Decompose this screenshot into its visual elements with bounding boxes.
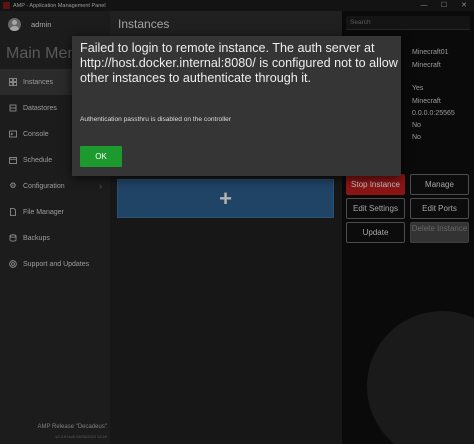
release-name: AMP Release "Decadeus" [37, 424, 107, 430]
window-titlebar: AMP - Application Management Panel — ☐ ✕ [0, 0, 474, 11]
user-row[interactable]: admin [0, 11, 110, 37]
stop-instance-button[interactable]: Stop Instance [346, 174, 405, 195]
page-title: Instances [110, 11, 342, 37]
ok-button[interactable]: OK [80, 146, 122, 167]
sidebar-item-configuration[interactable]: ⚙ Configuration › [0, 173, 110, 199]
sidebar-item-label: Console [23, 130, 49, 138]
sidebar-item-support[interactable]: Support and Updates [0, 251, 110, 277]
error-dialog: Failed to login to remote instance. The … [72, 36, 401, 176]
console-icon [9, 130, 17, 138]
sidebar-item-label: Schedule [23, 156, 53, 164]
sidebar-item-backups[interactable]: Backups [0, 225, 110, 251]
delete-instance-button[interactable]: Delete Instance [410, 222, 469, 243]
window-title: AMP - Application Management Panel [13, 2, 106, 9]
sidebar-item-label: Support and Updates [23, 260, 90, 268]
sidebar-item-label: Configuration [23, 182, 65, 190]
username: admin [31, 19, 52, 29]
instance-flag-value: No [412, 134, 421, 141]
instance-running-value: Yes [412, 85, 424, 92]
sidebar-item-file-manager[interactable]: File Manager [0, 199, 110, 225]
schedule-icon [9, 156, 17, 164]
instance-module-value: Minecraft [412, 62, 441, 69]
add-instance-button[interactable]: + [117, 179, 334, 218]
dialog-title: Failed to login to remote instance. The … [80, 41, 398, 85]
sidebar-item-label: Instances [23, 78, 53, 86]
sidebar-item-label: File Manager [23, 208, 64, 216]
search-input[interactable]: Search [346, 16, 470, 30]
window-controls: — ☐ ✕ [414, 0, 474, 11]
sidebar-item-label: Datastores [23, 104, 57, 112]
instance-flag-value: No [412, 122, 421, 129]
datastores-icon [9, 104, 17, 112]
instance-logo [367, 311, 474, 444]
configuration-icon: ⚙ [9, 181, 17, 190]
plus-icon: + [219, 185, 232, 211]
backups-icon [9, 234, 17, 242]
dialog-message: Authentication passthru is disabled on t… [80, 116, 232, 123]
file-manager-icon [9, 208, 17, 216]
instance-name-value: Minecraft01 [412, 49, 449, 56]
app-icon [3, 2, 10, 9]
instances-icon [9, 78, 17, 86]
sidebar-item-label: Backups [23, 234, 50, 242]
edit-settings-button[interactable]: Edit Settings [346, 198, 405, 219]
minimize-button[interactable]: — [414, 0, 434, 11]
chevron-right-icon: › [99, 181, 102, 191]
instance-endpoint-value: 0.0.0.0:25565 [412, 110, 455, 117]
edit-ports-button[interactable]: Edit Ports [410, 198, 469, 219]
support-icon [9, 260, 17, 268]
release-build: v2.4.6 built 19/06/2023 12:49 [55, 434, 107, 439]
maximize-button[interactable]: ☐ [434, 0, 454, 11]
avatar [8, 17, 21, 31]
instance-type-value: Minecraft [412, 98, 441, 105]
close-button[interactable]: ✕ [454, 0, 474, 11]
update-button[interactable]: Update [346, 222, 405, 243]
manage-button[interactable]: Manage [410, 174, 469, 195]
